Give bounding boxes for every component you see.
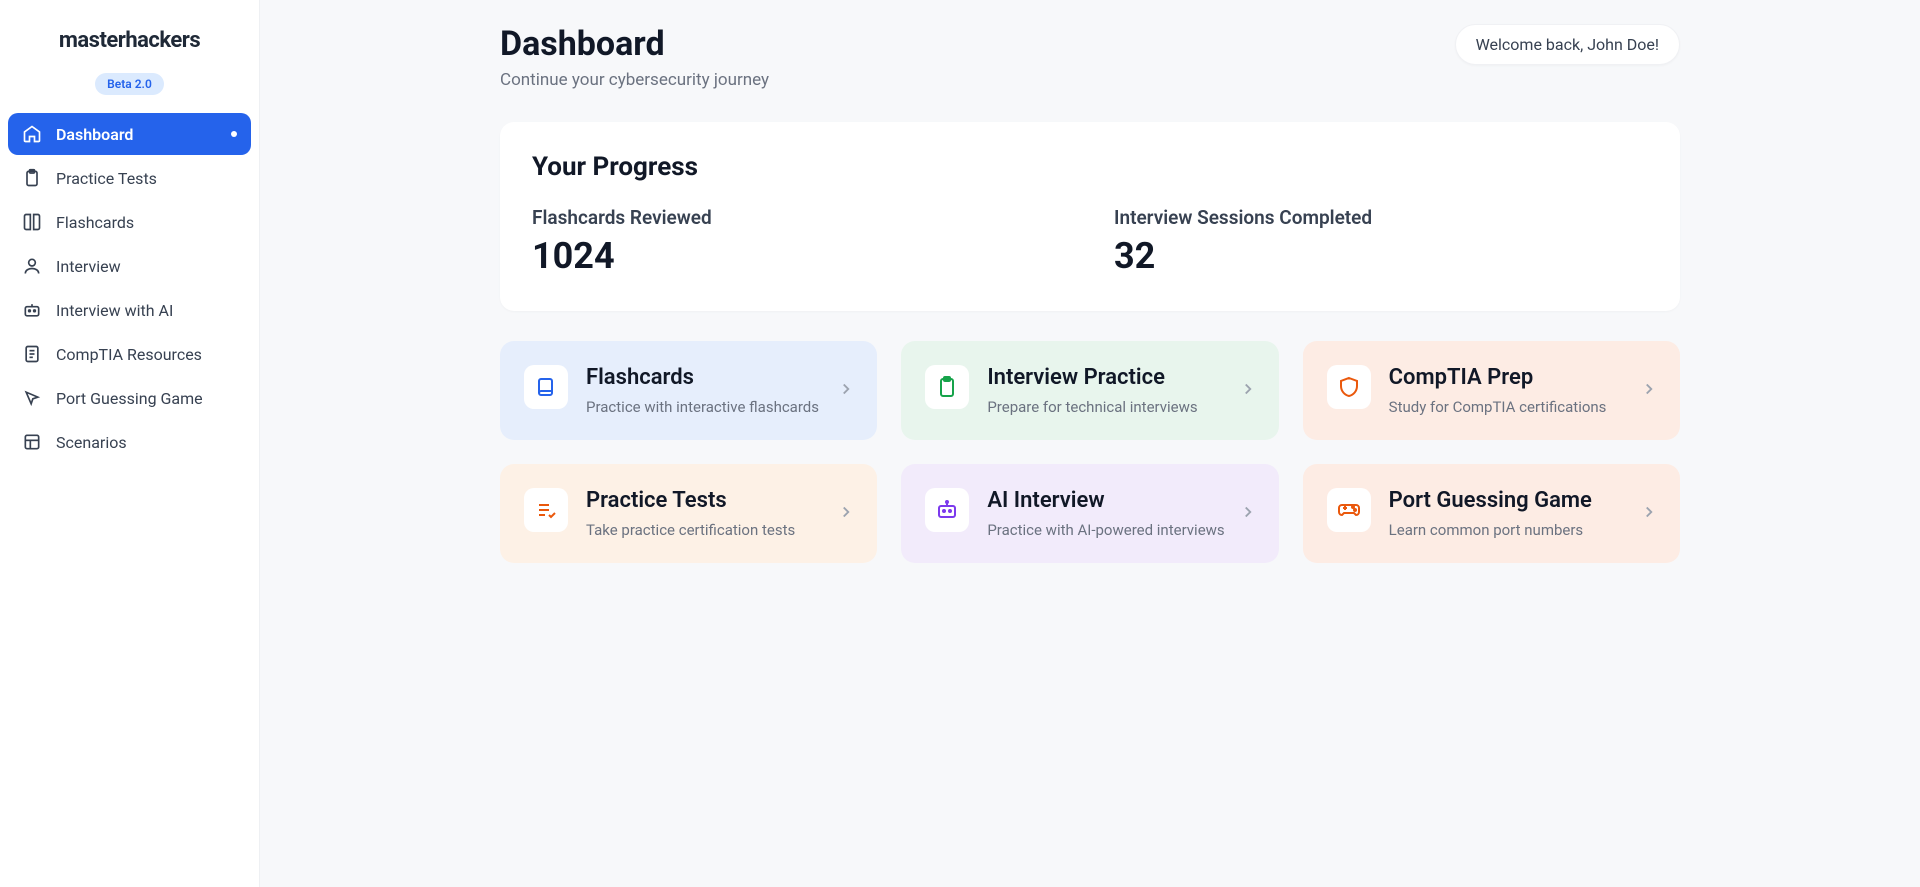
sidebar-item-label: CompTIA Resources bbox=[56, 345, 202, 364]
cursor-click-icon bbox=[22, 388, 42, 408]
card-flashcards[interactable]: Flashcards Practice with interactive fla… bbox=[500, 341, 877, 440]
welcome-message: Welcome back, John Doe! bbox=[1455, 24, 1680, 65]
sidebar-item-label: Flashcards bbox=[56, 213, 134, 232]
sidebar-item-scenarios[interactable]: Scenarios bbox=[8, 421, 251, 463]
card-title: Flashcards bbox=[586, 365, 853, 390]
clipboard-icon bbox=[22, 168, 42, 188]
list-check-icon bbox=[524, 488, 568, 532]
action-cards-grid: Flashcards Practice with interactive fla… bbox=[500, 341, 1680, 563]
bot-icon bbox=[925, 488, 969, 532]
card-desc: Prepare for technical interviews bbox=[987, 398, 1254, 416]
clipboard-icon bbox=[925, 365, 969, 409]
card-title: AI Interview bbox=[987, 488, 1254, 513]
chevron-right-icon bbox=[1239, 380, 1257, 402]
sidebar-item-label: Port Guessing Game bbox=[56, 389, 203, 408]
sidebar: masterhackers Beta 2.0 Dashboard Practic… bbox=[0, 0, 260, 887]
home-icon bbox=[22, 124, 42, 144]
sidebar-nav: Dashboard Practice Tests Flashcards In bbox=[8, 113, 251, 463]
sidebar-item-comptia[interactable]: CompTIA Resources bbox=[8, 333, 251, 375]
card-title: Practice Tests bbox=[586, 488, 853, 513]
metric-value: 32 bbox=[1114, 235, 1648, 277]
sidebar-item-label: Dashboard bbox=[56, 125, 133, 144]
sidebar-item-interview[interactable]: Interview bbox=[8, 245, 251, 287]
brand-logo: masterhackers bbox=[8, 28, 251, 53]
page-header: Dashboard Continue your cybersecurity jo… bbox=[500, 24, 1680, 90]
sidebar-item-label: Scenarios bbox=[56, 433, 127, 452]
card-port-game[interactable]: Port Guessing Game Learn common port num… bbox=[1303, 464, 1680, 563]
card-desc: Practice with interactive flashcards bbox=[586, 398, 853, 416]
sidebar-item-practice-tests[interactable]: Practice Tests bbox=[8, 157, 251, 199]
metric-interviews: Interview Sessions Completed 32 bbox=[1114, 206, 1648, 277]
chevron-right-icon bbox=[837, 503, 855, 525]
metric-value: 1024 bbox=[532, 235, 1066, 277]
sidebar-item-label: Interview with AI bbox=[56, 301, 173, 320]
sidebar-item-flashcards[interactable]: Flashcards bbox=[8, 201, 251, 243]
gamepad-icon bbox=[1327, 488, 1371, 532]
document-icon bbox=[22, 344, 42, 364]
card-ai-interview[interactable]: AI Interview Practice with AI-powered in… bbox=[901, 464, 1278, 563]
sidebar-item-interview-ai[interactable]: Interview with AI bbox=[8, 289, 251, 331]
active-dot-icon bbox=[231, 131, 237, 137]
card-interview-practice[interactable]: Interview Practice Prepare for technical… bbox=[901, 341, 1278, 440]
card-desc: Practice with AI-powered interviews bbox=[987, 521, 1254, 539]
card-title: Interview Practice bbox=[987, 365, 1254, 390]
bot-icon bbox=[22, 300, 42, 320]
card-desc: Learn common port numbers bbox=[1389, 521, 1656, 539]
page-subtitle: Continue your cybersecurity journey bbox=[500, 70, 769, 90]
sidebar-item-label: Interview bbox=[56, 257, 121, 276]
beta-badge: Beta 2.0 bbox=[95, 73, 164, 95]
sidebar-item-label: Practice Tests bbox=[56, 169, 157, 188]
book-icon bbox=[524, 365, 568, 409]
user-icon bbox=[22, 256, 42, 276]
card-desc: Take practice certification tests bbox=[586, 521, 853, 539]
chevron-right-icon bbox=[1640, 380, 1658, 402]
shield-icon bbox=[1327, 365, 1371, 409]
chevron-right-icon bbox=[1239, 503, 1257, 525]
card-desc: Study for CompTIA certifications bbox=[1389, 398, 1656, 416]
progress-title: Your Progress bbox=[532, 152, 1648, 182]
chevron-right-icon bbox=[837, 380, 855, 402]
metric-label: Flashcards Reviewed bbox=[532, 206, 1066, 229]
metric-label: Interview Sessions Completed bbox=[1114, 206, 1648, 229]
sidebar-item-dashboard[interactable]: Dashboard bbox=[8, 113, 251, 155]
book-icon bbox=[22, 212, 42, 232]
card-title: Port Guessing Game bbox=[1389, 488, 1656, 513]
page-title: Dashboard bbox=[500, 24, 769, 64]
card-title: CompTIA Prep bbox=[1389, 365, 1656, 390]
sidebar-item-port-game[interactable]: Port Guessing Game bbox=[8, 377, 251, 419]
card-comptia-prep[interactable]: CompTIA Prep Study for CompTIA certifica… bbox=[1303, 341, 1680, 440]
progress-card: Your Progress Flashcards Reviewed 1024 I… bbox=[500, 122, 1680, 311]
layout-icon bbox=[22, 432, 42, 452]
metric-flashcards: Flashcards Reviewed 1024 bbox=[532, 206, 1066, 277]
main-content: Dashboard Continue your cybersecurity jo… bbox=[260, 0, 1920, 887]
chevron-right-icon bbox=[1640, 503, 1658, 525]
card-practice-tests[interactable]: Practice Tests Take practice certificati… bbox=[500, 464, 877, 563]
